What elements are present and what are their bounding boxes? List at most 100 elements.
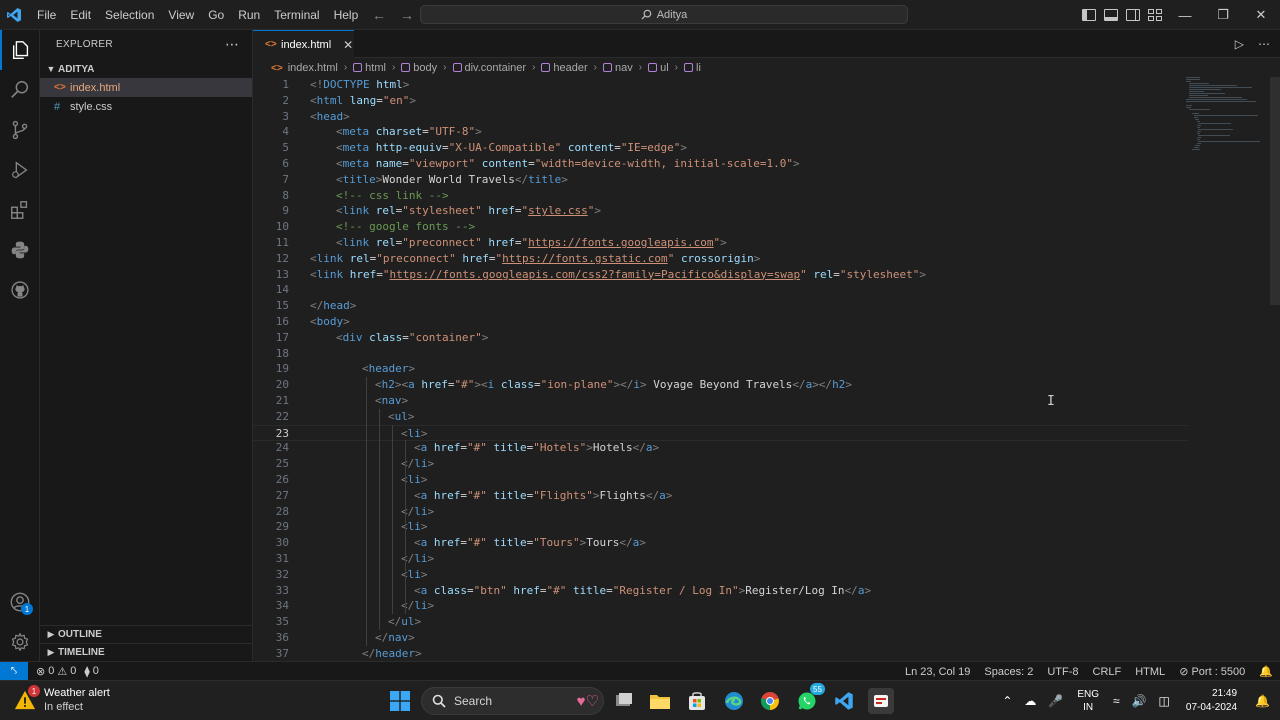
code-line[interactable]: 22 <ul> [253,409,1188,425]
code-line[interactable]: 13 <link href="https://fonts.googleapis.c… [253,267,1188,283]
microsoft-store-icon[interactable] [685,689,709,713]
microphone-icon[interactable]: 🎤 [1042,694,1069,708]
code-line[interactable]: 14 [253,282,1188,298]
code-line[interactable]: 32<li> [253,567,1188,583]
menu-terminal[interactable]: Terminal [267,0,326,30]
minimize-button[interactable]: — [1166,0,1204,30]
breadcrumb-item[interactable]: <> index.html [271,62,338,74]
show-hidden-icons-chevron-up-icon[interactable]: ⌃ [996,694,1018,708]
menu-help[interactable]: Help [327,0,366,30]
code-line[interactable]: 35 </ul> [253,614,1188,630]
run-debug-icon[interactable] [0,150,40,190]
extensions-icon[interactable] [0,190,40,230]
code-line[interactable]: 6 <meta name="viewport" content="width=de… [253,156,1188,172]
explorer-icon[interactable] [0,30,40,70]
wifi-icon[interactable]: ≈ [1107,694,1126,708]
code-line[interactable]: 4 <meta charset="UTF-8"> [253,124,1188,140]
task-view-icon[interactable] [612,689,636,713]
breadcrumb-item[interactable]: header [541,62,588,74]
code-line[interactable]: 31 </li> [253,551,1188,567]
file-explorer-icon[interactable] [648,689,672,713]
command-center-search[interactable]: Aditya [420,5,908,24]
toggle-panel-icon[interactable] [1104,9,1118,21]
breadcrumb-item[interactable]: nav [603,62,633,74]
code-line[interactable]: 37 </header> [253,646,1188,661]
code-editor[interactable]: 1 <!DOCTYPE html> 2 <html lang="en"> 3 <head>… [253,77,1280,661]
code-line[interactable]: 29<li> [253,519,1188,535]
close-tab-icon[interactable]: ✕ [343,38,353,52]
editor-scrollbar[interactable] [1270,77,1280,305]
source-control-icon[interactable] [0,110,40,150]
customize-layout-icon[interactable] [1148,9,1162,21]
menu-view[interactable]: View [161,0,201,30]
windows-start-icon[interactable] [388,689,412,713]
code-line[interactable]: 33 <a class="btn" href="#" title="Registe… [253,583,1188,599]
code-line[interactable]: 30 <a href="#" title="Tours">Tours</a> [253,535,1188,551]
breadcrumb-item[interactable]: div.container [452,62,526,74]
code-line[interactable]: 3 <head> [253,109,1188,125]
encoding[interactable]: UTF-8 [1040,666,1085,678]
weather-widget[interactable]: 1 Weather alert In effect [14,685,110,714]
problems-indicator[interactable]: ⊗ 0 ⚠ 0 [36,665,76,678]
code-line[interactable]: 9 <link rel="stylesheet" href="style.css"… [253,203,1188,219]
code-line[interactable]: 18 [253,346,1188,362]
battery-icon[interactable]: ◫ [1153,694,1176,708]
code-line[interactable]: 27 <a href="#" title="Flights">Flights</a… [253,488,1188,504]
live-server-port[interactable]: ⊘ Port : 5500 [1172,665,1252,678]
code-line[interactable]: 17 <div class="container"> [253,330,1188,346]
python-icon[interactable] [0,230,40,270]
language-mode[interactable]: HTML [1128,666,1172,678]
tab-index-html[interactable]: <> index.html ✕ [253,30,354,58]
folder-aditya[interactable]: ▼ ADITYA [40,60,252,78]
toggle-secondary-sidebar-icon[interactable] [1126,9,1140,21]
breadcrumb-item[interactable]: li [684,62,701,74]
menu-edit[interactable]: Edit [63,0,98,30]
toggle-primary-sidebar-icon[interactable] [1082,9,1096,21]
end-of-line[interactable]: CRLF [1086,666,1129,678]
search-activity-icon[interactable] [0,70,40,110]
code-line[interactable]: 7 <title>Wonder World Travels</title> [253,172,1188,188]
code-line[interactable]: 16 <body> [253,314,1188,330]
remote-indicator-icon[interactable]: ⤣ [0,661,28,681]
code-line[interactable]: 1 <!DOCTYPE html> [253,77,1188,93]
onedrive-cloud-icon[interactable]: ☁ [1018,694,1042,708]
breadcrumb-item[interactable]: body [401,62,437,74]
indentation[interactable]: Spaces: 2 [977,666,1040,678]
menu-selection[interactable]: Selection [98,0,161,30]
menu-go[interactable]: Go [201,0,231,30]
more-actions-icon[interactable]: ⋯ [225,36,240,53]
input-language[interactable]: ENG IN [1069,688,1107,714]
clock[interactable]: 21:49 07-04-2024 [1176,687,1249,715]
code-line[interactable]: 5 <meta http-equiv="X-UA-Compatible" cont… [253,140,1188,156]
back-arrow-icon[interactable]: ← [372,7,386,23]
forward-arrow-icon[interactable]: → [400,7,414,23]
breadcrumb-item[interactable]: ul [648,62,669,74]
whatsapp-icon[interactable]: 55 [795,683,825,713]
file-index-html[interactable]: <> index.html [40,78,252,97]
edge-browser-icon[interactable] [722,689,746,713]
code-line[interactable]: 20 <h2><a href="#"><i class="ion-plane"><… [253,377,1188,393]
code-line[interactable]: 19 <header> [253,361,1188,377]
code-line[interactable]: 24 <a href="#" title="Hotels">Hotels</a> [253,440,1188,456]
taskbar-search[interactable]: Search ♥♡ [421,687,604,715]
minimap[interactable] [1186,77,1266,167]
maximize-button[interactable]: ❐ [1204,0,1242,30]
code-line[interactable]: 23 <li> [253,424,1188,441]
code-line[interactable]: 34 </li> [253,598,1188,614]
more-editor-actions-icon[interactable]: ⋯ [1258,37,1270,51]
file-style-css[interactable]: # style.css [40,97,252,116]
close-window-button[interactable]: ✕ [1242,0,1280,30]
code-line[interactable]: 2 <html lang="en"> [253,93,1188,109]
ports-indicator[interactable]: ⧫ 0 [84,665,99,678]
code-line[interactable]: 10 <!-- google fonts --> [253,219,1188,235]
notifications-icon[interactable]: 🔔 [1249,694,1280,708]
breadcrumb-item[interactable]: html [353,62,386,74]
code-line[interactable]: 26<li> [253,472,1188,488]
code-line[interactable]: 15 </head> [253,298,1188,314]
accounts-icon[interactable]: 1 [0,582,40,622]
menu-file[interactable]: File [30,0,63,30]
chrome-browser-icon[interactable] [758,689,782,713]
code-line[interactable]: 12 <link rel="preconnect" href="https://f… [253,251,1188,267]
code-line[interactable]: 25 </li> [253,456,1188,472]
code-line[interactable]: 8 <!-- css link --> [253,188,1188,204]
